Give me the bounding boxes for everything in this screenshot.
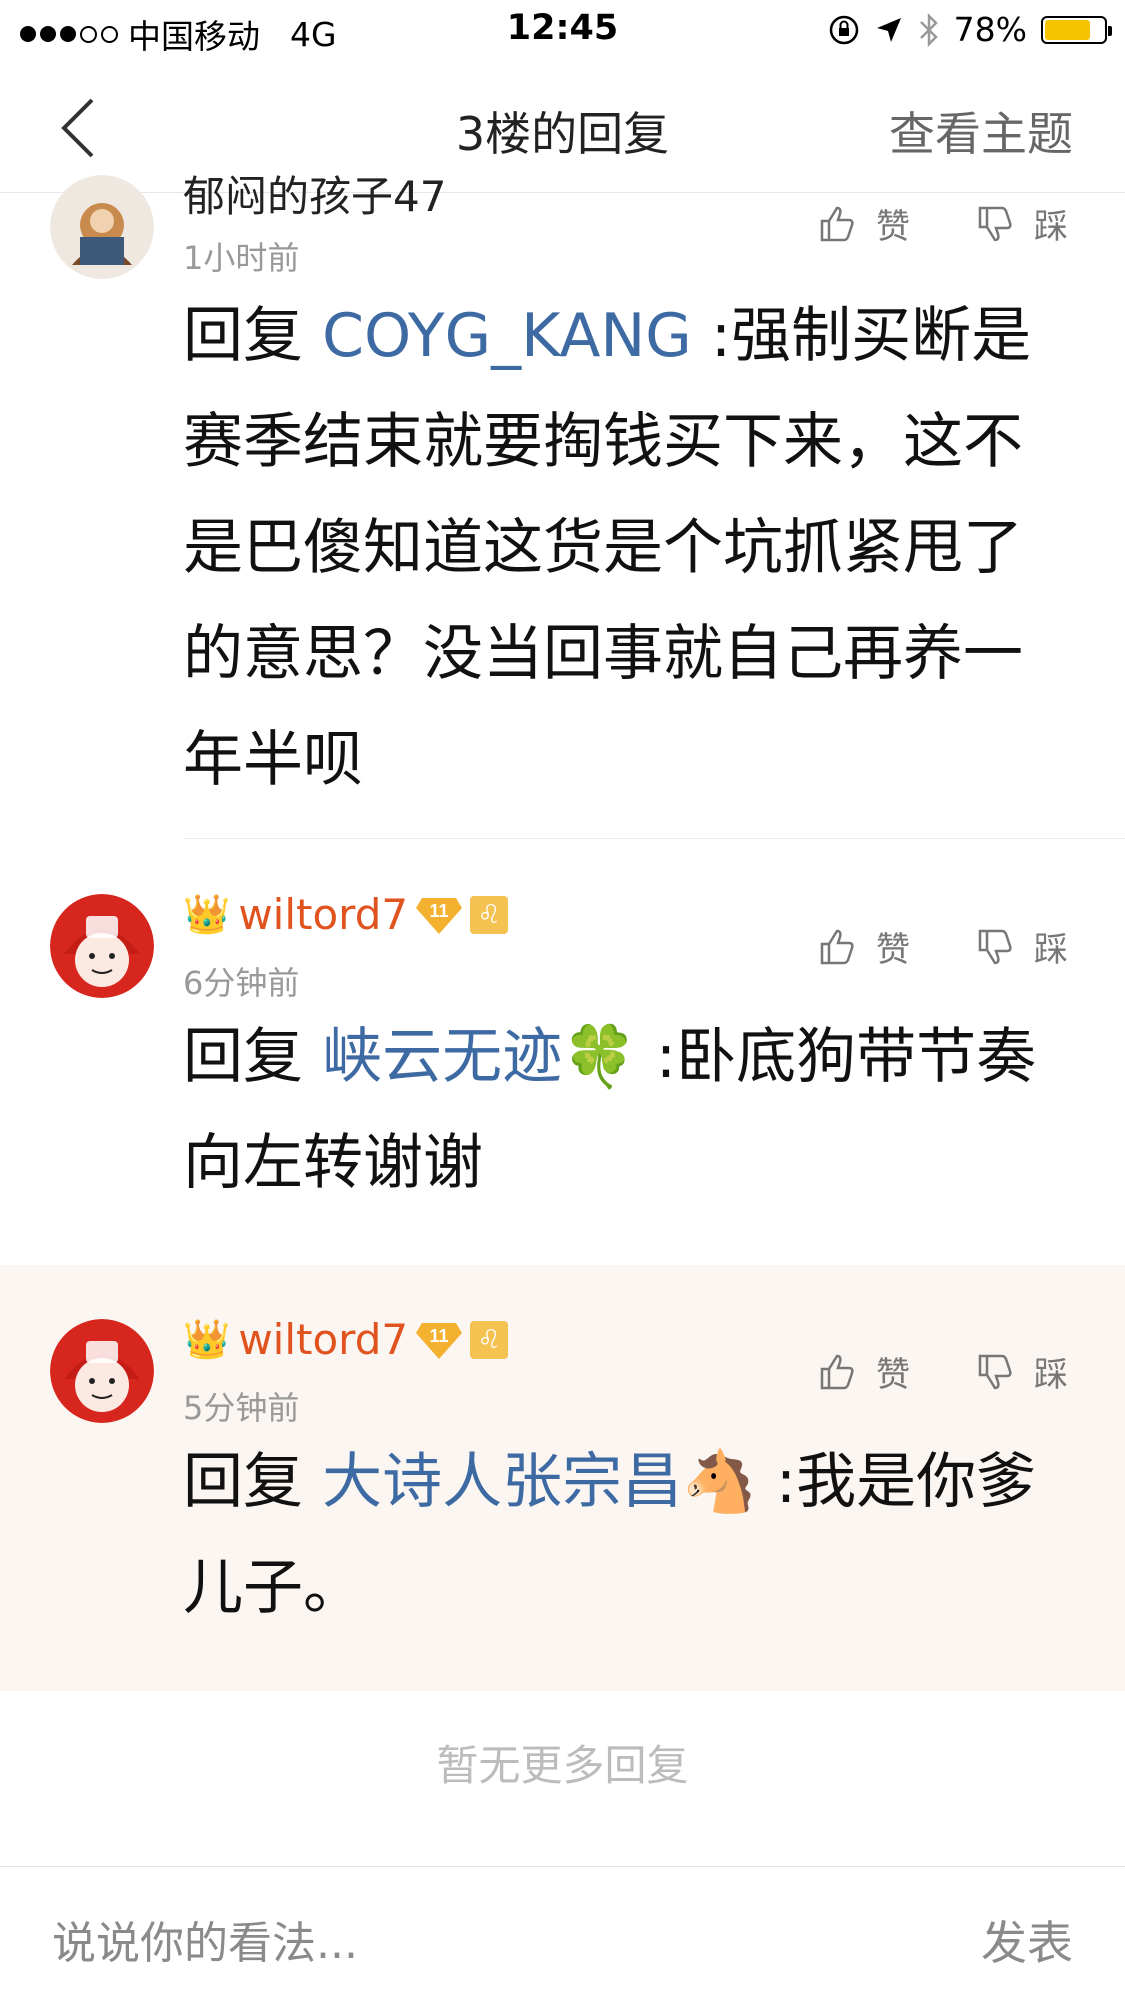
comment-item: 👑 wiltord7 11 ♌ 6分钟前 赞 踩 回复 峡云无迹🍀 :卧底狗带节… xyxy=(0,840,1125,1265)
mention-link[interactable]: COYG_KANG xyxy=(322,301,692,371)
thumbs-up-icon xyxy=(820,206,854,241)
post-button[interactable]: 发表 xyxy=(981,1907,1073,1973)
like-button[interactable]: 赞 xyxy=(818,922,910,971)
dislike-label: 踩 xyxy=(1034,1355,1068,1395)
username-row: 👑 wiltord7 11 ♌ xyxy=(183,890,509,939)
no-more-replies: 暂无更多回复 xyxy=(436,1741,689,1790)
mention-emoji: 🍀 xyxy=(562,1022,637,1092)
dislike-label: 踩 xyxy=(1034,930,1068,970)
username[interactable]: wiltord7 xyxy=(238,890,408,939)
mention-link[interactable]: 大诗人张宗昌 xyxy=(322,1447,682,1517)
like-label: 赞 xyxy=(876,207,910,247)
reply-prefix: 回复 xyxy=(183,1022,323,1092)
battery-percent: 78% xyxy=(953,10,1027,49)
username[interactable]: 郁闷的孩子47 xyxy=(183,163,446,224)
dislike-button[interactable]: 踩 xyxy=(976,1347,1068,1396)
reply-prefix: 回复 xyxy=(183,301,323,371)
comment-input-bar: 说说你的看法... 发表 xyxy=(0,1866,1125,2002)
location-arrow-icon xyxy=(876,17,901,42)
like-button[interactable]: 赞 xyxy=(818,199,910,248)
reply-body: :强制买断是赛季结束就要掏钱买下来，这不是巴傻知道这货是个坑抓紧甩了的意思？没当… xyxy=(183,301,1032,795)
battery-icon xyxy=(1041,15,1112,44)
username[interactable]: wiltord7 xyxy=(238,1315,408,1364)
status-bar: 中国移动 4G 12:45 78% xyxy=(0,0,1125,62)
divider xyxy=(183,838,1125,839)
thumbs-down-icon xyxy=(978,206,1012,241)
timestamp: 5分钟前 xyxy=(183,1389,300,1427)
comment-item: 郁闷的孩子47 1小时前 赞 踩 回复 COYG_KANG :强制买断是赛季结束… xyxy=(0,172,1125,839)
avatar[interactable] xyxy=(50,175,154,279)
level-number: 11 xyxy=(430,1326,449,1346)
username-row: 👑 wiltord7 11 ♌ xyxy=(183,1315,509,1364)
reply-text: 回复 峡云无迹🍀 :卧底狗带节奏向左转谢谢 xyxy=(183,1004,1063,1216)
reply-prefix: 回复 xyxy=(183,1447,323,1517)
timestamp: 1小时前 xyxy=(183,239,300,277)
comment-input[interactable]: 说说你的看法... xyxy=(52,1907,358,1971)
level-badge: 11 xyxy=(416,1319,463,1361)
avatar[interactable] xyxy=(50,1319,154,1423)
crown-icon: 👑 xyxy=(183,1317,231,1361)
like-label: 赞 xyxy=(876,1355,910,1395)
nav-bar: 3楼的回复 查看主题 xyxy=(0,62,1125,193)
leo-badge-icon: ♌ xyxy=(470,1320,509,1359)
dislike-button[interactable]: 踩 xyxy=(976,922,1068,971)
reply-text: 回复 COYG_KANG :强制买断是赛季结束就要掏钱买下来，这不是巴傻知道这货… xyxy=(183,283,1063,813)
crown-icon: 👑 xyxy=(183,892,231,936)
thumbs-up-icon xyxy=(820,929,854,964)
dislike-button[interactable]: 踩 xyxy=(976,199,1068,248)
dislike-label: 踩 xyxy=(1034,207,1068,247)
comment-item-highlighted: 👑 wiltord7 11 ♌ 5分钟前 赞 踩 回复 大诗人张宗昌🐴 :我是你… xyxy=(0,1265,1125,1691)
like-button[interactable]: 赞 xyxy=(818,1347,910,1396)
like-label: 赞 xyxy=(876,930,910,970)
thumbs-down-icon xyxy=(978,929,1012,964)
level-number: 11 xyxy=(430,901,449,921)
thumbs-down-icon xyxy=(978,1354,1012,1389)
status-right: 78% xyxy=(828,10,1112,49)
mention-emoji: 🐴 xyxy=(682,1447,757,1517)
timestamp: 6分钟前 xyxy=(183,964,300,1002)
rotation-lock-icon xyxy=(829,15,858,44)
level-badge: 11 xyxy=(416,894,463,936)
mention-link[interactable]: 峡云无迹 xyxy=(322,1022,562,1092)
view-topic-button[interactable]: 查看主题 xyxy=(889,98,1073,164)
bluetooth-icon xyxy=(919,12,938,47)
leo-badge-icon: ♌ xyxy=(470,895,509,934)
thumbs-up-icon xyxy=(820,1354,854,1389)
avatar[interactable] xyxy=(50,894,154,998)
reply-text: 回复 大诗人张宗昌🐴 :我是你爹儿子。 xyxy=(183,1429,1063,1641)
username-row: 郁闷的孩子47 xyxy=(183,163,446,224)
